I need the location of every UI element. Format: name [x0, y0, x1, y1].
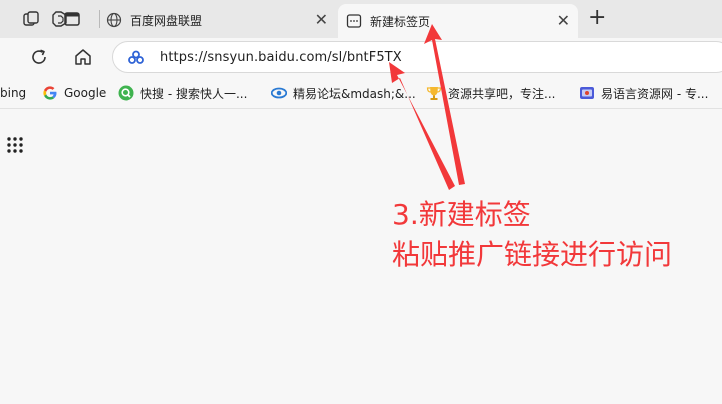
toolbar: https://snsyun.baidu.com/sl/bntF5TX: [0, 38, 722, 78]
bookmark-label: Google: [64, 86, 107, 100]
address-bar[interactable]: https://snsyun.baidu.com/sl/bntF5TX: [112, 41, 722, 73]
tab-title: 百度网盘联盟: [130, 13, 203, 28]
tab-new-tab[interactable]: 新建标签页 ✕: [338, 4, 578, 38]
bookmark-yiyuyan[interactable]: 易语言资源网 - 专...: [579, 83, 708, 103]
globe-icon: [106, 12, 122, 28]
bookmark-google[interactable]: Google: [42, 83, 106, 103]
yiyuyan-icon: [580, 87, 594, 99]
bookmark-jingyi[interactable]: 精易论坛&mdash;&...: [271, 83, 416, 103]
tab-baidu-pan[interactable]: 百度网盘联盟 ✕: [100, 6, 336, 34]
refresh-icon[interactable]: [28, 46, 50, 68]
bookmark-label: 易语言资源网 - 专...: [601, 86, 709, 101]
vertical-tabs-icon[interactable]: [62, 9, 82, 29]
apps-grid-icon[interactable]: [6, 136, 24, 154]
url-text[interactable]: https://snsyun.baidu.com/sl/bntF5TX: [160, 50, 402, 65]
bookmark-label: 精易论坛&mdash;&...: [293, 86, 416, 101]
close-tab-icon[interactable]: ✕: [315, 12, 328, 28]
kuaisou-icon: [118, 85, 134, 101]
bookmark-label: 快搜 - 搜索快人一...: [140, 86, 248, 101]
new-tab-page-icon: [346, 14, 362, 28]
workspaces-icon[interactable]: [21, 9, 41, 29]
bookmark-label: bing: [0, 86, 27, 100]
tab-strip: 百度网盘联盟 ✕ 新建标签页 ✕ +: [0, 0, 722, 38]
home-icon[interactable]: [72, 46, 94, 68]
google-icon: [43, 86, 57, 100]
bookmark-kuaisou[interactable]: 快搜 - 搜索快人一...: [118, 83, 247, 103]
bookmarks-bar: bing Google 快搜 - 搜索快人一... 精易论坛&mdash;&..…: [0, 78, 722, 109]
jingyi-icon: [271, 87, 287, 99]
site-info-icon[interactable]: [127, 49, 145, 67]
new-tab-button[interactable]: +: [588, 7, 606, 29]
annotation-step-detail: 粘贴推广链接进行访问: [392, 238, 673, 271]
close-tab-icon[interactable]: ✕: [557, 13, 570, 29]
trophy-icon: [426, 87, 442, 100]
bookmark-ziyuan[interactable]: 资源共享吧，专注...: [426, 83, 555, 103]
tab-title: 新建标签页: [370, 14, 431, 29]
bookmark-label: 资源共享吧，专注...: [448, 86, 556, 101]
bookmark-bing[interactable]: bing: [0, 83, 26, 103]
annotation-step-title: 3.新建标签: [392, 198, 531, 231]
